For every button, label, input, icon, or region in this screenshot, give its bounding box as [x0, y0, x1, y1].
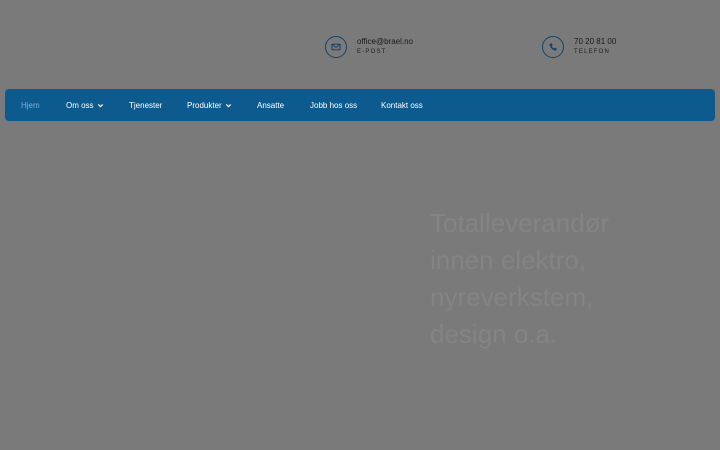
nav-item-label: Kontakt oss — [381, 100, 423, 110]
nav-item-hjem[interactable]: Hjem — [21, 89, 40, 121]
main-nav: Hjem Om oss Tjenester Produkter Ansatte … — [5, 89, 715, 121]
envelope-icon — [325, 36, 347, 58]
hero-line: Totalleverandør — [430, 208, 610, 238]
hero-heading: Totalleverandør innen elektro, nyreverks… — [430, 205, 680, 353]
nav-item-ansatte[interactable]: Ansatte — [257, 89, 284, 121]
phone-label: TELEFON — [574, 49, 611, 55]
nav-item-label: Jobb hos oss — [310, 100, 358, 110]
nav-item-om-oss[interactable]: Om oss — [66, 89, 104, 121]
hero-line: design o.a. — [430, 319, 558, 349]
email-contact[interactable]: office@brael.no E-POST — [325, 36, 413, 58]
chevron-down-icon — [225, 103, 231, 108]
nav-item-label: Om oss — [66, 100, 94, 110]
email-label: E-POST — [357, 49, 387, 55]
chevron-down-icon — [97, 103, 103, 108]
nav-item-kontakt-oss[interactable]: Kontakt oss — [381, 89, 423, 121]
hero-line: innen elektro, — [430, 245, 587, 275]
nav-item-jobb-hos-oss[interactable]: Jobb hos oss — [310, 89, 357, 121]
hero-line: nyreverkstem, — [430, 282, 594, 312]
phone-number[interactable]: 70 20 81 00 — [574, 37, 616, 47]
phone-icon — [542, 36, 564, 58]
nav-item-tjenester[interactable]: Tjenester — [129, 89, 162, 121]
phone-contact[interactable]: 70 20 81 00 TELEFON — [542, 36, 616, 58]
nav-item-label: Ansatte — [257, 100, 285, 110]
nav-item-label: Hjem — [21, 100, 40, 110]
nav-item-produkter[interactable]: Produkter — [187, 89, 232, 121]
nav-item-label: Tjenester — [129, 100, 163, 110]
nav-item-label: Produkter — [187, 100, 222, 110]
email-address[interactable]: office@brael.no — [357, 37, 413, 47]
